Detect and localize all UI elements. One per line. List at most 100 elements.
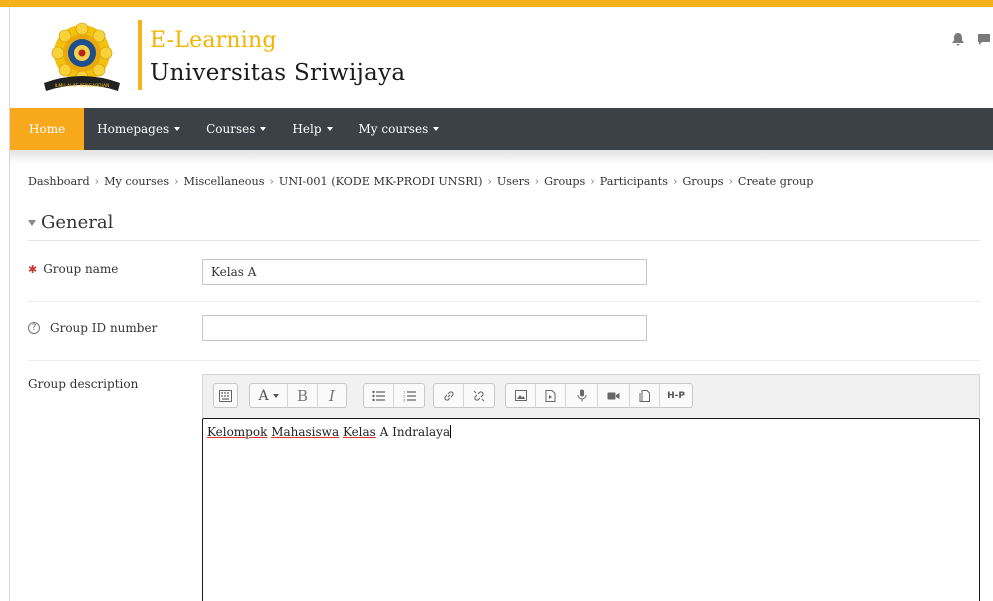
toolbar-toggle-button[interactable] xyxy=(214,384,237,407)
section-divider xyxy=(28,240,980,241)
svg-text:3: 3 xyxy=(403,398,405,402)
nav-my-courses[interactable]: My courses xyxy=(346,108,453,150)
unlink-button[interactable] xyxy=(464,384,494,407)
university-logo[interactable]: ILMU ALAT PENGABDIAN xyxy=(32,21,132,93)
group-id-label: ? Group ID number xyxy=(28,321,157,335)
unlink-icon xyxy=(473,390,485,401)
text-cursor xyxy=(450,425,452,438)
logo-motto: ILMU ALAT PENGABDIAN xyxy=(55,83,110,89)
section-general-toggle[interactable]: General xyxy=(28,212,113,233)
link-icon xyxy=(443,390,454,401)
media-button[interactable] xyxy=(536,384,566,407)
font-style-button[interactable]: A xyxy=(250,384,288,407)
chevron-down-icon xyxy=(260,127,267,131)
microphone-icon xyxy=(577,389,586,402)
nav-homepages-label: Homepages xyxy=(97,122,170,136)
chevron-right-icon: › xyxy=(590,175,595,188)
breadcrumb-course[interactable]: UNI-001 (KODE MK-PRODI UNSRI) xyxy=(279,175,483,188)
section-title: General xyxy=(41,212,114,233)
breadcrumb-users[interactable]: Users xyxy=(497,175,530,188)
chevron-right-icon: › xyxy=(487,175,492,188)
toolbar-group-style: A B I xyxy=(249,383,347,408)
video-camera-icon xyxy=(607,392,620,399)
record-audio-button[interactable] xyxy=(566,384,598,407)
nav-courses[interactable]: Courses xyxy=(193,108,279,150)
breadcrumb-create-group: Create group xyxy=(737,175,814,188)
keyboard-icon xyxy=(219,389,232,402)
chevron-down-icon xyxy=(433,127,440,131)
bold-button[interactable]: B xyxy=(288,384,318,407)
image-button[interactable] xyxy=(506,384,536,407)
logo-emblem xyxy=(44,22,120,91)
breadcrumb-my-courses[interactable]: My courses xyxy=(104,175,169,188)
h5p-icon: H-P xyxy=(667,390,685,401)
group-id-label-text: Group ID number xyxy=(50,321,158,335)
ordered-list-button[interactable]: 123 xyxy=(394,384,424,407)
breadcrumb-participants[interactable]: Participants xyxy=(600,175,668,188)
breadcrumb-groups-2[interactable]: Groups xyxy=(682,175,723,188)
nav-help-label: Help xyxy=(292,122,322,136)
bold-label: B xyxy=(296,386,309,405)
brand-divider xyxy=(138,20,142,90)
chevron-down-icon xyxy=(326,127,333,131)
chevron-down-icon xyxy=(272,393,279,398)
image-icon xyxy=(514,390,527,401)
nav-my-courses-label: My courses xyxy=(358,122,429,136)
files-icon xyxy=(639,389,650,402)
breadcrumb-groups[interactable]: Groups xyxy=(544,175,585,188)
group-name-label: ✱ Group name xyxy=(28,262,118,276)
toolbar-group-media: H-P xyxy=(505,383,693,408)
chat-icon[interactable] xyxy=(977,32,991,46)
nav-home-label: Home xyxy=(29,122,66,136)
header-icons xyxy=(951,32,991,46)
record-video-button[interactable] xyxy=(598,384,630,407)
nav-home[interactable]: Home xyxy=(10,108,85,150)
chevron-right-icon: › xyxy=(728,175,733,188)
group-description-label: Group description xyxy=(28,377,138,391)
navbar-shadow xyxy=(10,150,993,164)
font-style-label: A xyxy=(258,387,269,404)
chevron-right-icon: › xyxy=(672,175,678,188)
bullet-list-icon xyxy=(372,390,385,401)
chevron-right-icon: › xyxy=(174,175,179,188)
breadcrumb-miscellaneous[interactable]: Miscellaneous xyxy=(183,175,264,188)
brand-title-line2[interactable]: Universitas Sriwijaya xyxy=(150,60,405,86)
chevron-down-icon xyxy=(174,127,181,131)
breadcrumb: Dashboard › My courses › Miscellaneous › UN… xyxy=(28,175,813,188)
group-description-label-text: Group description xyxy=(28,377,139,391)
chevron-right-icon: › xyxy=(94,175,100,188)
manage-files-button[interactable] xyxy=(630,384,660,407)
nav-help[interactable]: Help xyxy=(279,108,345,150)
group-id-input[interactable] xyxy=(202,315,647,341)
media-file-icon xyxy=(545,389,556,402)
required-icon: ✱ xyxy=(28,262,38,276)
chevron-right-icon: › xyxy=(269,175,274,188)
toolbar-group-links xyxy=(433,383,495,408)
row-divider xyxy=(28,301,980,302)
site-header: ILMU ALAT PENGABDIAN E-Learning Universi… xyxy=(10,7,993,108)
unordered-list-button[interactable] xyxy=(364,384,394,407)
editor-toolbar: A B I 123 H-P xyxy=(202,374,980,418)
description-word: Kelas xyxy=(342,425,376,439)
help-icon[interactable]: ? xyxy=(28,322,40,334)
toolbar-group-toggle xyxy=(213,383,238,408)
h5p-button[interactable]: H-P xyxy=(660,384,692,407)
group-description-editor[interactable]: Kelompok Mahasiswa Kelas A Indralaya xyxy=(202,418,980,601)
link-button[interactable] xyxy=(434,384,464,407)
collapse-caret-icon xyxy=(28,219,36,226)
main-navbar: Home Homepages Courses Help My courses xyxy=(10,108,993,150)
nav-courses-label: Courses xyxy=(206,122,256,136)
breadcrumb-dashboard[interactable]: Dashboard xyxy=(28,175,90,188)
group-name-input[interactable] xyxy=(202,259,647,285)
row-divider xyxy=(28,360,980,361)
toolbar-group-lists: 123 xyxy=(363,383,425,408)
italic-button[interactable]: I xyxy=(318,384,346,407)
numbered-list-icon: 123 xyxy=(403,390,416,402)
bell-icon[interactable] xyxy=(951,32,965,46)
group-name-label-text: Group name xyxy=(43,262,119,276)
nav-homepages[interactable]: Homepages xyxy=(84,108,193,150)
description-word: Mahasiswa xyxy=(271,425,340,439)
chevron-right-icon: › xyxy=(534,175,540,188)
brand-title-line1[interactable]: E-Learning xyxy=(150,28,277,53)
description-word: Kelompok xyxy=(207,425,268,439)
